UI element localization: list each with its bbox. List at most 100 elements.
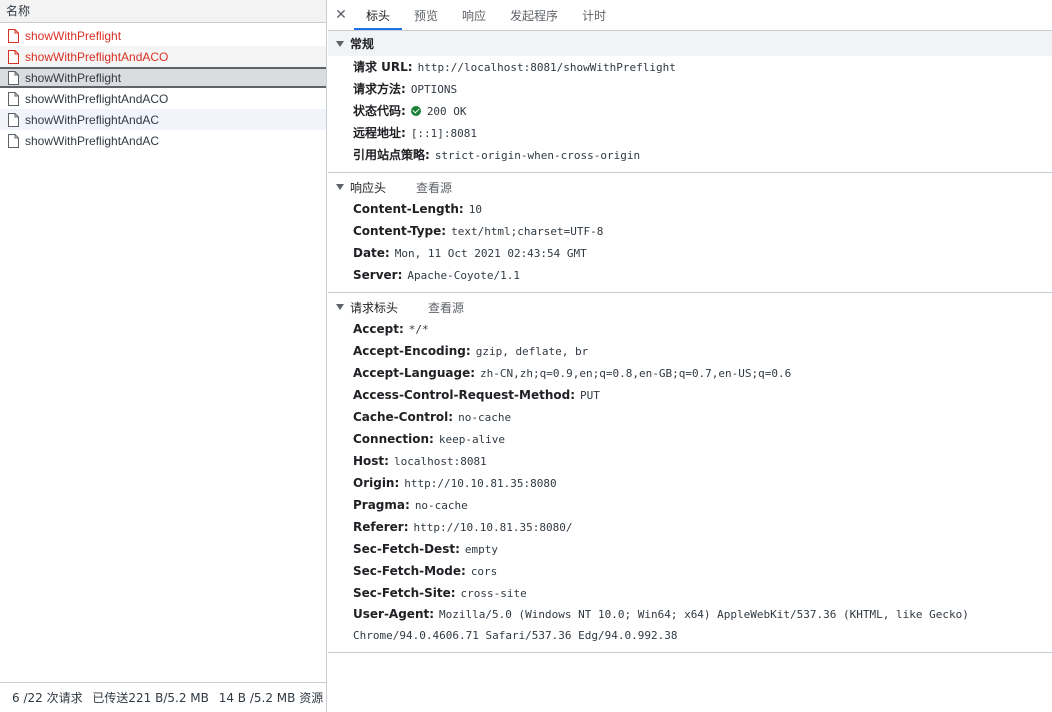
header-row: Origin: http://10.10.81.35:8080 — [328, 472, 1052, 494]
header-value: keep-alive — [438, 433, 506, 446]
file-icon — [8, 133, 19, 148]
request-headers-header[interactable]: 请求标头 查看源 — [328, 296, 1052, 318]
header-key: Connection: — [353, 432, 434, 446]
header-row: Sec-Fetch-Dest: empty — [328, 538, 1052, 560]
header-value: strict-origin-when-cross-origin — [434, 149, 641, 162]
header-value: gzip, deflate, br — [475, 345, 589, 358]
header-value: Apache-Coyote/1.1 — [407, 269, 520, 282]
header-value: no-cache — [414, 499, 468, 512]
header-row: 远程地址: [::1]:8081 — [328, 122, 1052, 144]
request-row[interactable]: showWithPreflightAndACO — [0, 46, 326, 67]
header-value: no-cache — [458, 411, 512, 424]
header-row: Sec-Fetch-Site: cross-site — [328, 582, 1052, 604]
header-row: Connection: keep-alive — [328, 428, 1052, 450]
tab-preview[interactable]: 预览 — [402, 0, 450, 30]
response-header-rows: Content-Length: 10 Content-Type: text/html;… — [328, 198, 1052, 286]
request-row[interactable]: showWithPreflightAndACO — [0, 88, 326, 109]
header-value: cors — [470, 565, 498, 578]
close-icon[interactable]: ✕ — [328, 0, 354, 30]
tab-response[interactable]: 响应 — [450, 0, 498, 30]
header-value: localhost:8081 — [393, 455, 487, 468]
view-source-link[interactable]: 查看源 — [416, 179, 452, 196]
header-row: 引用站点策略: strict-origin-when-cross-origin — [328, 144, 1052, 166]
triangle-down-icon — [336, 304, 344, 310]
header-value: http://localhost:8081/showWithPreflight — [417, 61, 676, 74]
name-column-header[interactable]: 名称 — [0, 0, 326, 23]
header-row: User-Agent: Mozilla/5.0 (Windows NT 10.0;… — [328, 604, 1052, 646]
section-title: 响应头 — [350, 180, 387, 195]
request-row[interactable]: showWithPreflightAndAC — [0, 130, 326, 151]
file-icon — [8, 28, 19, 43]
file-icon — [8, 70, 19, 85]
header-key: Origin: — [353, 476, 400, 490]
header-row: Referer: http://10.10.81.35:8080/ — [328, 516, 1052, 538]
request-name: showWithPreflightAndACO — [25, 91, 169, 106]
header-key: 状态代码: — [353, 104, 406, 118]
request-row[interactable]: showWithPreflight — [0, 25, 326, 46]
header-key: Pragma: — [353, 498, 410, 512]
request-header-rows: Accept: */* Accept-Encoding: gzip, deflate,… — [328, 318, 1052, 604]
request-list-panel: 名称 showWithPreflight showWithPreflightAn… — [0, 0, 327, 712]
header-value: */* — [408, 323, 429, 336]
details-tabbar: ✕ 标头 预览 响应 发起程序 计时 — [328, 0, 1052, 31]
request-row[interactable]: showWithPreflightAndAC — [0, 109, 326, 130]
header-key: 请求 URL: — [353, 60, 413, 74]
header-key: Access-Control-Request-Method: — [353, 388, 576, 402]
tab-initiator[interactable]: 发起程序 — [498, 0, 570, 30]
header-key: Sec-Fetch-Mode: — [353, 564, 466, 578]
header-row: Content-Type: text/html;charset=UTF-8 — [328, 220, 1052, 242]
header-key: Content-Length: — [353, 202, 464, 216]
request-headers-section: 请求标头 查看源 Accept: */* Accept-Encoding: gzip,… — [328, 296, 1052, 653]
header-row: Accept-Encoding: gzip, deflate, br — [328, 340, 1052, 362]
header-key: Accept: — [353, 322, 404, 336]
header-key: Referer: — [353, 520, 409, 534]
header-row: Host: localhost:8081 — [328, 450, 1052, 472]
header-row: Content-Length: 10 — [328, 198, 1052, 220]
header-value: [::1]:8081 — [410, 127, 478, 140]
tab-timing[interactable]: 计时 — [570, 0, 618, 30]
view-source-link[interactable]: 查看源 — [428, 299, 464, 316]
header-key: Cache-Control: — [353, 410, 454, 424]
header-key: Sec-Fetch-Site: — [353, 586, 456, 600]
header-row: 请求方法: OPTIONS — [328, 78, 1052, 100]
header-row: Access-Control-Request-Method: PUT — [328, 384, 1052, 406]
file-icon — [8, 112, 19, 127]
resources-size: 14 B /5.2 MB 资源 — [218, 691, 324, 705]
general-section-header[interactable]: 常规 — [328, 31, 1052, 56]
header-key: Server: — [353, 268, 403, 282]
header-key: Host: — [353, 454, 389, 468]
header-key: User-Agent: — [353, 607, 435, 621]
header-key: Content-Type: — [353, 224, 447, 238]
header-row: Date: Mon, 11 Oct 2021 02:43:54 GMT — [328, 242, 1052, 264]
request-name: showWithPreflight — [25, 70, 122, 85]
request-name: showWithPreflightAndAC — [25, 112, 160, 127]
header-key: Sec-Fetch-Dest: — [353, 542, 460, 556]
response-headers-header[interactable]: 响应头 查看源 — [328, 176, 1052, 198]
header-key: Date: — [353, 246, 390, 260]
header-value: zh-CN,zh;q=0.9,en;q=0.8,en-GB;q=0.7,en-U… — [480, 367, 792, 380]
section-title: 请求标头 — [350, 300, 399, 315]
request-count: 6 /22 次请求 — [12, 691, 83, 705]
header-key: 请求方法: — [353, 82, 406, 96]
details-panel: ✕ 标头 预览 响应 发起程序 计时 常规 请求 URL: http://loca… — [328, 0, 1052, 712]
header-value: OPTIONS — [410, 83, 458, 96]
header-value: cross-site — [460, 587, 527, 600]
header-value: text/html;charset=UTF-8 — [451, 225, 604, 238]
header-value: Mon, 11 Oct 2021 02:43:54 GMT — [394, 247, 587, 260]
status-bar: 6 /22 次请求 已传送221 B/5.2 MB 14 B /5.2 MB 资… — [0, 682, 326, 712]
header-value: 200 OK — [426, 105, 467, 118]
header-row: Pragma: no-cache — [328, 494, 1052, 516]
general-section: 常规 请求 URL: http://localhost:8081/showWith… — [328, 31, 1052, 173]
header-row: Cache-Control: no-cache — [328, 406, 1052, 428]
request-name: showWithPreflight — [25, 28, 122, 43]
section-title: 常规 — [350, 37, 375, 51]
header-row: Accept: */* — [328, 318, 1052, 340]
triangle-down-icon — [336, 184, 344, 190]
header-key: 引用站点策略: — [353, 148, 430, 162]
tab-headers[interactable]: 标头 — [354, 0, 403, 30]
header-key: 远程地址: — [353, 126, 406, 140]
request-row-selected[interactable]: showWithPreflight — [0, 67, 326, 88]
request-list: showWithPreflight showWithPreflightAndAC… — [0, 25, 326, 151]
header-value: Mozilla/5.0 (Windows NT 10.0; Win64; x64… — [353, 608, 969, 642]
file-icon — [8, 91, 19, 106]
